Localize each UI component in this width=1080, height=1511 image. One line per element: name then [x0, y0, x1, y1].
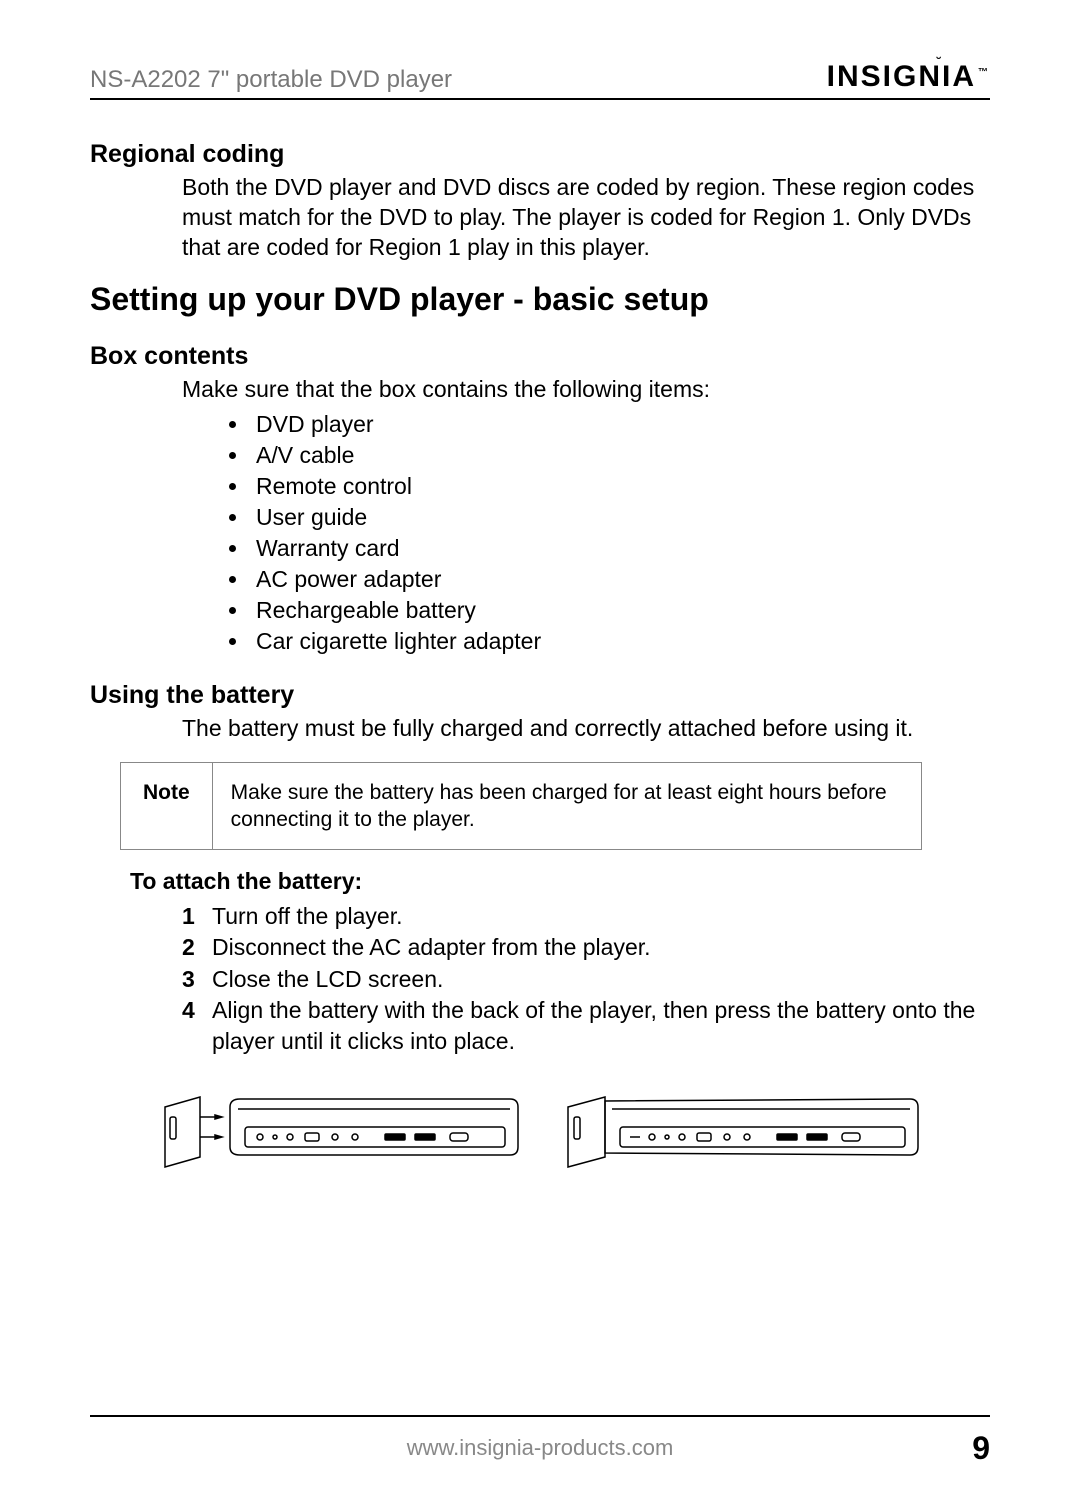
page-number: 9: [972, 1430, 990, 1467]
list-item: Remote control: [250, 471, 990, 502]
box-items-list: DVD player A/V cable Remote control User…: [250, 409, 990, 657]
step-number: 4: [182, 995, 195, 1026]
box-intro: Make sure that the box contains the foll…: [182, 375, 990, 405]
step-item: 4 Align the battery with the back of the …: [182, 995, 990, 1057]
device-after-icon: [560, 1087, 920, 1177]
figure-attach-after: [560, 1087, 920, 1177]
section-heading-regional: Regional coding: [90, 140, 990, 169]
note-text: Make sure the battery has been charged f…: [213, 763, 921, 850]
figure-attach-before: [160, 1087, 520, 1177]
page-footer: www.insignia-products.com 9: [90, 1415, 990, 1461]
step-text: Close the LCD screen.: [212, 966, 443, 992]
battery-intro: The battery must be fully charged and co…: [182, 714, 990, 744]
list-item: AC power adapter: [250, 564, 990, 595]
list-item: User guide: [250, 502, 990, 533]
steps-list: 1 Turn off the player. 2 Disconnect the AC…: [182, 901, 990, 1056]
note-box: Note Make sure the battery has been char…: [120, 762, 922, 851]
step-number: 2: [182, 932, 195, 963]
regional-body: Both the DVD player and DVD discs are co…: [182, 173, 990, 263]
step-text: Disconnect the AC adapter from the playe…: [212, 934, 651, 960]
footer-url: www.insignia-products.com: [407, 1435, 674, 1461]
list-item: Car cigarette lighter adapter: [250, 626, 990, 657]
step-number: 1: [182, 901, 195, 932]
list-item: Rechargeable battery: [250, 595, 990, 626]
step-number: 3: [182, 964, 195, 995]
device-before-icon: [160, 1087, 520, 1177]
main-heading: Setting up your DVD player - basic setup: [90, 281, 990, 318]
manual-page: NS-A2202 7" portable DVD player INSIGNIA…: [0, 0, 1080, 1511]
product-name: NS-A2202 7" portable DVD player: [90, 66, 452, 94]
brand-logo: INSIGNIA˘™: [827, 60, 990, 94]
section-heading-battery: Using the battery: [90, 681, 990, 710]
brand-trademark: ™: [978, 67, 990, 78]
list-item: DVD player: [250, 409, 990, 440]
step-text: Align the battery with the back of the p…: [212, 997, 975, 1054]
list-item: Warranty card: [250, 533, 990, 564]
figures-row: [160, 1087, 990, 1177]
section-heading-box: Box contents: [90, 342, 990, 371]
list-item: A/V cable: [250, 440, 990, 471]
page-header: NS-A2202 7" portable DVD player INSIGNIA…: [90, 60, 990, 100]
step-text: Turn off the player.: [212, 903, 403, 929]
step-item: 1 Turn off the player.: [182, 901, 990, 932]
step-item: 2 Disconnect the AC adapter from the play…: [182, 932, 990, 963]
step-item: 3 Close the LCD screen.: [182, 964, 990, 995]
brand-accent: ˘: [937, 54, 944, 70]
note-label: Note: [121, 763, 213, 850]
attach-heading: To attach the battery:: [130, 868, 990, 895]
brand-text: INSIGNIA: [827, 60, 976, 93]
